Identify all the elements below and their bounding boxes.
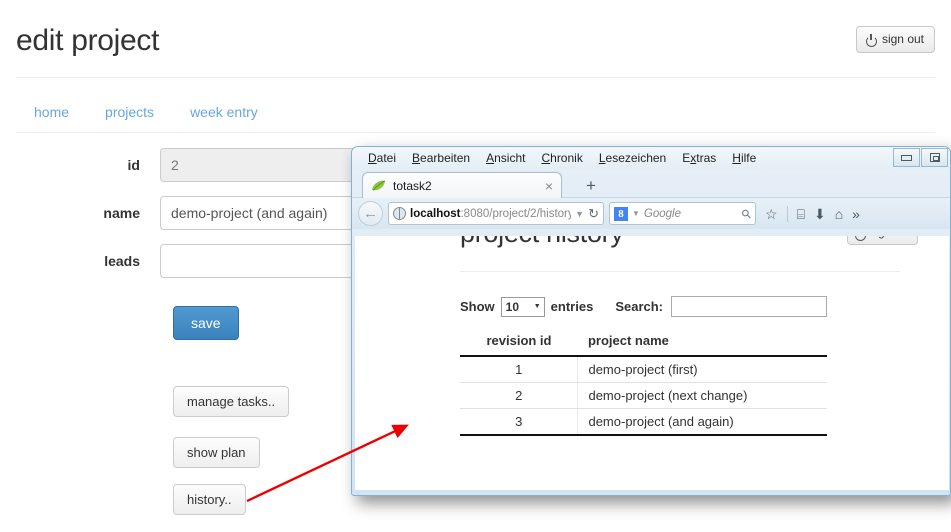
chevron-down-icon: ▼ <box>533 303 541 310</box>
cell-project-name: demo-project (and again) <box>577 408 827 436</box>
address-bar[interactable]: localhost:8080/project/2/history ▼ ↻ <box>388 202 604 225</box>
inner-sign-out-button[interactable]: sign out <box>847 236 918 245</box>
new-tab-button[interactable]: + <box>586 177 596 194</box>
cell-project-name: demo-project (next change) <box>577 382 827 409</box>
home-icon[interactable]: ⌂ <box>835 207 843 221</box>
menu-item-lesezeichen[interactable]: Lesezeichen <box>591 150 674 166</box>
entries-label: entries <box>550 299 594 314</box>
project-history-table: revision id project name 1 demo-project … <box>460 331 827 436</box>
menu-item-bearbeiten[interactable]: Bearbeiten <box>404 150 478 166</box>
url-path: :8080/project/2/history <box>460 207 572 220</box>
page-length-select[interactable]: 10 ▼ <box>500 296 545 317</box>
datatable-controls: Show 10 ▼ entries Search: <box>460 296 940 317</box>
chevron-down-icon[interactable]: ▼ <box>575 209 584 219</box>
downloads-icon[interactable]: ⬇ <box>814 207 826 221</box>
search-engine-chevron-icon[interactable]: ▼ <box>632 209 640 218</box>
browser-viewport[interactable]: project history sign out Show 10 ▼ entri… <box>355 236 949 490</box>
power-icon <box>865 33 877 47</box>
inner-sign-out-label: sign out <box>870 236 909 239</box>
browser-tab-totask2[interactable]: totask2 × <box>362 172 562 198</box>
nav-item-home[interactable]: home <box>16 104 87 120</box>
table-row[interactable]: 3 demo-project (and again) <box>460 408 827 436</box>
nav-item-projects[interactable]: projects <box>87 104 172 120</box>
cell-revision-id: 3 <box>460 408 579 436</box>
table-header-row: revision id project name <box>460 331 827 357</box>
search-label: Search: <box>615 299 664 314</box>
back-arrow-icon[interactable]: ← <box>358 201 383 226</box>
nav-item-week-entry[interactable]: week entry <box>172 104 276 120</box>
datatable-search-input[interactable] <box>671 296 828 317</box>
globe-icon <box>393 207 406 220</box>
label-name: name <box>103 205 140 221</box>
inner-content-wrap: project history sign out Show 10 ▼ entri… <box>460 236 940 436</box>
column-header-project-name[interactable]: project name <box>577 331 827 357</box>
toolbar-separator <box>786 205 788 222</box>
menu-item-ansicht[interactable]: Ansicht <box>478 150 533 166</box>
label-id: id <box>127 157 140 173</box>
menu-item-hilfe[interactable]: Hilfe <box>724 150 764 166</box>
page-title: edit project <box>16 24 160 57</box>
menu-item-extras[interactable]: Extras <box>674 150 724 166</box>
browser-window[interactable]: DDateiatei Bearbeiten Ansicht Chronik Le… <box>351 146 951 496</box>
power-icon <box>855 236 867 241</box>
manage-tasks-button[interactable]: manage tasks.. <box>173 386 290 417</box>
reload-icon[interactable]: ↻ <box>588 206 599 222</box>
inner-header-divider <box>460 271 900 272</box>
browser-tab-bar: totask2 × + <box>352 169 950 198</box>
save-button[interactable]: save <box>173 306 239 340</box>
toolbar-icons: ☆ ⌸ ⬇ ⌂ » <box>761 205 860 222</box>
cell-revision-id: 2 <box>460 382 579 409</box>
label-leads: leads <box>104 253 140 269</box>
menu-item-datei[interactable]: DDateiatei <box>360 150 404 166</box>
overflow-chevrons-icon[interactable]: » <box>852 207 860 221</box>
reading-list-icon[interactable]: ⌸ <box>797 207 805 221</box>
google-g-icon: 8 <box>614 206 628 221</box>
cell-project-name: demo-project (first) <box>577 356 827 383</box>
minimize-icon[interactable] <box>893 148 920 167</box>
table-row[interactable]: 1 demo-project (first) <box>460 356 827 383</box>
show-label: Show <box>460 299 495 314</box>
sign-out-button[interactable]: sign out <box>855 26 935 53</box>
cell-revision-id: 1 <box>460 356 579 383</box>
window-controls <box>893 148 948 167</box>
menu-item-chronik[interactable]: Chronik <box>533 150 590 166</box>
header-divider <box>16 77 935 78</box>
table-row[interactable]: 2 demo-project (next change) <box>460 382 827 409</box>
show-plan-button[interactable]: show plan <box>173 437 260 468</box>
spring-leaf-icon <box>372 180 386 191</box>
search-input[interactable]: Google <box>644 208 738 220</box>
url-host: localhost <box>410 207 461 220</box>
search-bar[interactable]: 8 ▼ Google ⚲ <box>609 202 756 225</box>
column-header-revision-id[interactable]: revision id <box>460 331 578 357</box>
screenshot-root: edit project sign out home projects week… <box>0 0 951 532</box>
browser-nav-toolbar: ← localhost:8080/project/2/history ▼ ↻ 8… <box>352 197 950 229</box>
sign-out-label: sign out <box>881 32 924 46</box>
page-length-value: 10 <box>505 299 520 314</box>
history-button[interactable]: history.. <box>173 484 246 515</box>
main-nav: home projects week entry <box>16 104 935 133</box>
url-text: localhost:8080/project/2/history <box>410 208 571 220</box>
browser-tab-title: totask2 <box>393 178 432 193</box>
close-icon[interactable]: × <box>545 179 553 193</box>
restore-icon[interactable] <box>921 148 948 167</box>
project-history-page: project history sign out Show 10 ▼ entri… <box>355 236 949 436</box>
bookmark-star-icon[interactable]: ☆ <box>765 207 778 221</box>
browser-menu-bar: DDateiatei Bearbeiten Ansicht Chronik Le… <box>352 147 950 169</box>
search-icon[interactable]: ⚲ <box>739 205 755 221</box>
